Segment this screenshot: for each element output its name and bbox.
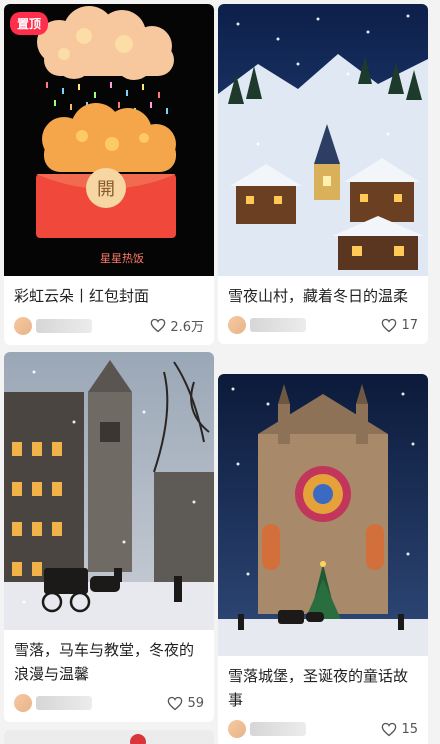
heart-outline-icon bbox=[382, 722, 397, 736]
note-card[interactable]: 雪落，马车与教堂，冬夜的浪漫与温馨 59 bbox=[4, 352, 214, 722]
like-button[interactable]: 15 bbox=[381, 722, 418, 737]
card-title[interactable]: 雪夜山村，藏着冬日的温柔 bbox=[218, 276, 428, 308]
card-title[interactable]: 彩虹云朵丨红包封面 bbox=[4, 276, 214, 308]
card-author[interactable] bbox=[228, 720, 306, 738]
author-name-blurred bbox=[36, 318, 92, 333]
like-button[interactable]: 17 bbox=[381, 318, 418, 333]
like-count: 2.6万 bbox=[170, 320, 204, 335]
card-author[interactable] bbox=[14, 316, 92, 335]
like-count: 59 bbox=[187, 695, 204, 711]
author-name-blurred bbox=[36, 696, 92, 710]
author-name-blurred bbox=[250, 318, 306, 332]
note-card[interactable]: 雪落城堡，圣诞夜的童话故事 15 bbox=[218, 374, 428, 744]
avatar[interactable] bbox=[14, 316, 32, 335]
pinned-badge: 置顶 bbox=[10, 12, 49, 35]
like-count: 17 bbox=[401, 317, 418, 333]
note-card[interactable]: 開 星星热饭 置顶 彩虹云朵丨红包封面 2.6万 bbox=[4, 4, 214, 345]
like-count: 15 bbox=[401, 721, 418, 737]
heart-outline-icon bbox=[150, 318, 166, 333]
avatar[interactable] bbox=[228, 720, 246, 738]
next-card-preview[interactable] bbox=[4, 730, 214, 744]
card-title[interactable]: 雪落，马车与教堂，冬夜的浪漫与温馨 bbox=[4, 630, 214, 686]
card-cover-image[interactable] bbox=[218, 4, 428, 276]
card-cover-image[interactable] bbox=[4, 352, 214, 630]
avatar[interactable] bbox=[228, 316, 246, 334]
waterfall-feed: 開 星星热饭 置顶 彩虹云朵丨红包封面 2.6万 雪夜山村，藏着冬日的温柔 17… bbox=[0, 0, 440, 744]
like-button[interactable]: 59 bbox=[167, 696, 204, 711]
card-cover-image[interactable]: 開 星星热饭 置顶 bbox=[4, 4, 214, 276]
card-author[interactable] bbox=[14, 694, 92, 712]
like-button[interactable]: 2.6万 bbox=[150, 316, 204, 335]
cover-caption: 星星热饭 bbox=[100, 252, 144, 265]
author-name-blurred bbox=[250, 722, 306, 736]
card-author[interactable] bbox=[228, 316, 306, 334]
heart-outline-icon bbox=[168, 696, 183, 710]
card-title[interactable]: 雪落城堡，圣诞夜的童话故事 bbox=[218, 656, 428, 712]
card-cover-image[interactable] bbox=[218, 374, 428, 656]
card-cover-image bbox=[4, 730, 214, 744]
avatar[interactable] bbox=[14, 694, 32, 712]
envelope-open-char: 開 bbox=[97, 179, 115, 200]
note-card[interactable]: 雪夜山村，藏着冬日的温柔 17 bbox=[218, 4, 428, 344]
heart-outline-icon bbox=[382, 318, 397, 332]
